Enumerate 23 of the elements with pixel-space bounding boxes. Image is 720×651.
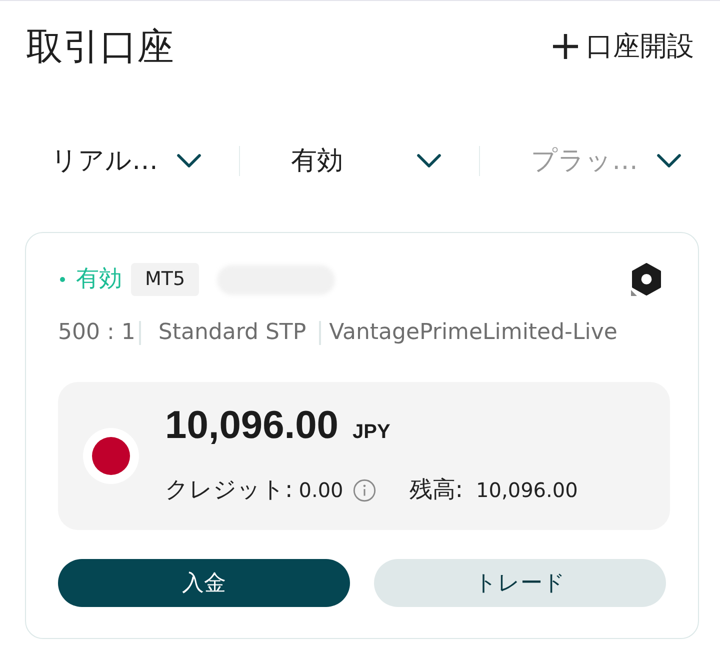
account-detail: 500 : 1 (58, 322, 136, 344)
balance-value: 10,096.00 (476, 480, 578, 500)
credit-value: 0.00 (298, 480, 344, 500)
balance-label: 残高: (409, 478, 464, 502)
page-title: 取引口座 (26, 28, 174, 64)
trade-button[interactable]: トレード (374, 559, 666, 607)
chevron-down-icon (177, 154, 201, 168)
account-status: 有効 (76, 268, 122, 291)
platform-badge: MT5 (131, 263, 200, 296)
filter-dropdown[interactable]: 有効 (240, 136, 479, 186)
chevron-down-icon (417, 154, 441, 168)
hexagon-icon[interactable] (631, 263, 662, 296)
info-icon[interactable] (353, 478, 376, 502)
account-detail: VantagePrimeLimited-Live (329, 322, 618, 344)
chevron-down-icon (657, 154, 681, 168)
filter-dropdown[interactable]: リアル… (0, 136, 239, 186)
open-account-button[interactable]: 口座開設 (552, 32, 694, 60)
plus-icon (552, 32, 579, 60)
account-detail: Standard STP (158, 322, 306, 344)
balance-amount: 10,096.00 (165, 404, 339, 448)
currency-code: JPY (352, 420, 390, 445)
deposit-button[interactable]: 入金 (58, 559, 350, 607)
credit-label: クレジット: (165, 478, 293, 502)
